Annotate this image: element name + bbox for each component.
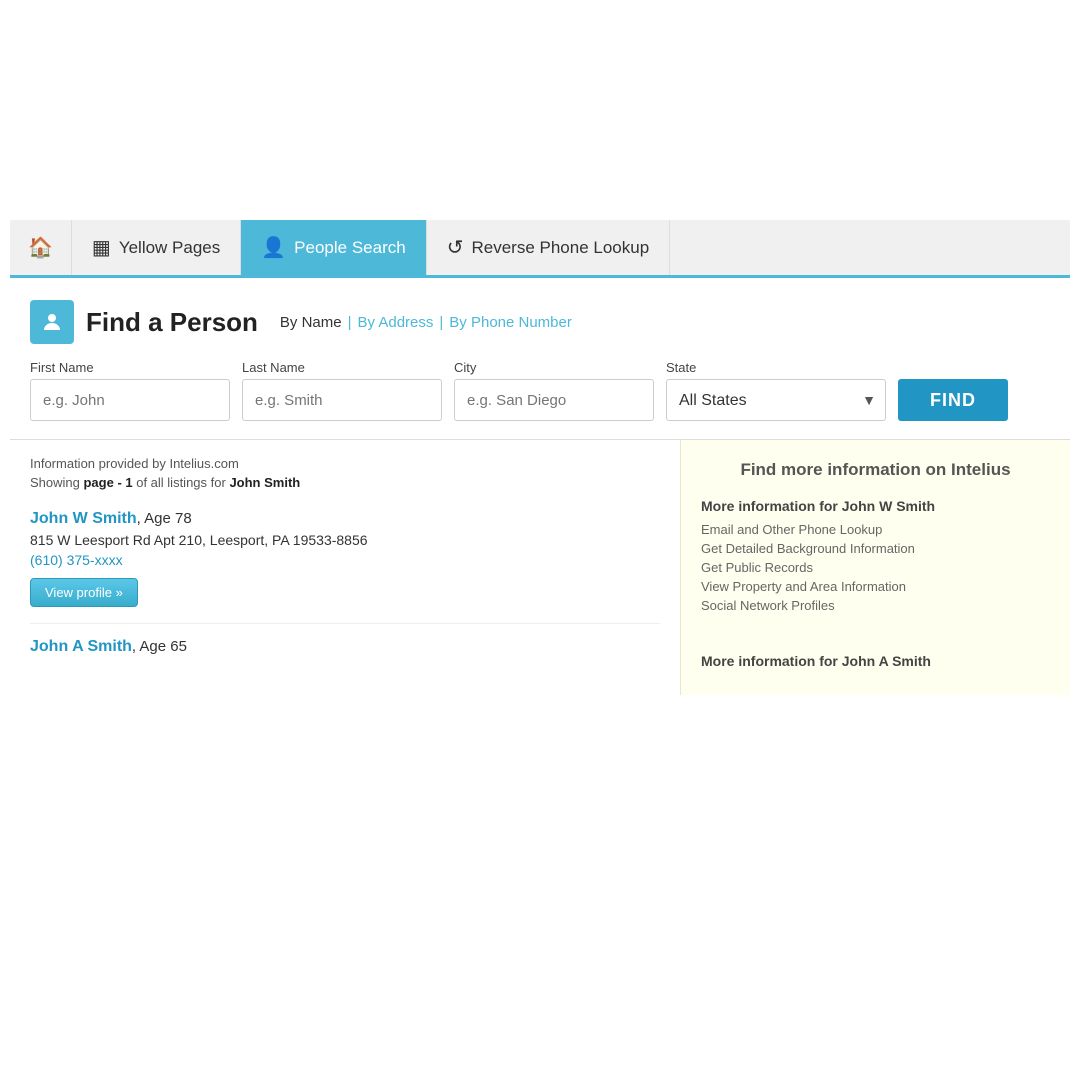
reverse-phone-icon: ↺ (447, 235, 464, 260)
search-by-links: By Name | By Address | By Phone Number (280, 314, 572, 331)
state-select[interactable]: All States (666, 379, 886, 421)
city-group: City (454, 360, 654, 421)
intelius-panel-header: Find more information on Intelius (701, 458, 1050, 482)
intelius-link-property[interactable]: View Property and Area Information (701, 579, 1050, 594)
search-fields: First Name Last Name City State All Stat… (30, 360, 1050, 421)
state-group: State All States ▼ (666, 360, 886, 421)
yellow-pages-icon: ▦ (92, 235, 111, 260)
nav-people-search[interactable]: 👤 People Search (241, 220, 426, 275)
yellow-pages-label: Yellow Pages (119, 238, 220, 258)
home-icon: 🏠 (28, 235, 53, 260)
nav-home[interactable]: 🏠 (10, 220, 72, 275)
result-card-2: John A Smith, Age 65 (30, 624, 660, 656)
result-card-1: John W Smith, Age 78 815 W Leesport Rd A… (30, 494, 660, 624)
by-phone-link[interactable]: By Phone Number (449, 314, 572, 331)
intelius-result2-title: More information for John A Smith (701, 653, 1050, 669)
people-search-label: People Search (294, 238, 406, 258)
last-name-input[interactable] (242, 379, 442, 421)
people-search-icon: 👤 (261, 235, 286, 260)
last-name-label: Last Name (242, 360, 442, 375)
find-person-icon (30, 300, 74, 344)
page-label: page - 1 (83, 475, 132, 490)
search-section: Find a Person By Name | By Address | By … (10, 278, 1070, 440)
intelius-result1-section: More information for John W Smith Email … (701, 498, 1050, 613)
intelius-link-email[interactable]: Email and Other Phone Lookup (701, 522, 1050, 537)
nav-bar: 🏠 ▦ Yellow Pages 👤 People Search ↺ Rever… (10, 220, 1070, 278)
results-left: Information provided by Intelius.com Sho… (10, 440, 680, 695)
find-button[interactable]: FIND (898, 379, 1008, 421)
search-name: John Smith (229, 475, 300, 490)
intelius-link-records[interactable]: Get Public Records (701, 560, 1050, 575)
intelius-result2-section: More information for John A Smith (701, 653, 1050, 669)
intelius-link-background[interactable]: Get Detailed Background Information (701, 541, 1050, 556)
page-wrapper: 🏠 ▦ Yellow Pages 👤 People Search ↺ Rever… (10, 220, 1070, 695)
results-section: Information provided by Intelius.com Sho… (10, 440, 1070, 695)
result-1-age: , Age 78 (137, 510, 192, 527)
first-name-input[interactable] (30, 379, 230, 421)
by-address-link[interactable]: By Address (358, 314, 434, 331)
by-name-link[interactable]: By Name (280, 314, 342, 331)
intelius-panel: Find more information on Intelius More i… (680, 440, 1070, 695)
nav-yellow-pages[interactable]: ▦ Yellow Pages (72, 220, 241, 275)
nav-reverse-phone[interactable]: ↺ Reverse Phone Lookup (427, 220, 670, 275)
city-label: City (454, 360, 654, 375)
first-name-label: First Name (30, 360, 230, 375)
showing-info: Showing page - 1 of all listings for Joh… (30, 475, 660, 490)
last-name-group: Last Name (242, 360, 442, 421)
view-profile-button[interactable]: View profile » (30, 578, 138, 607)
result-1-name-line: John W Smith, Age 78 (30, 510, 660, 528)
result-1-address: 815 W Leesport Rd Apt 210, Leesport, PA … (30, 532, 660, 548)
find-person-title: Find a Person (86, 307, 258, 338)
intelius-link-social[interactable]: Social Network Profiles (701, 598, 1050, 613)
intelius-result1-title: More information for John W Smith (701, 498, 1050, 514)
state-select-wrapper: All States ▼ (666, 379, 886, 421)
provider-info: Information provided by Intelius.com (30, 456, 660, 471)
find-person-header: Find a Person By Name | By Address | By … (30, 300, 1050, 344)
intelius-result1-links: Email and Other Phone Lookup Get Detaile… (701, 522, 1050, 613)
result-2-age: , Age 65 (132, 638, 187, 655)
result-2-name[interactable]: John A Smith (30, 638, 132, 655)
result-2-name-line: John A Smith, Age 65 (30, 638, 660, 656)
reverse-phone-label: Reverse Phone Lookup (471, 238, 649, 258)
state-label: State (666, 360, 886, 375)
city-input[interactable] (454, 379, 654, 421)
result-1-name[interactable]: John W Smith (30, 510, 137, 527)
first-name-group: First Name (30, 360, 230, 421)
result-1-phone[interactable]: (610) 375-xxxx (30, 552, 660, 568)
